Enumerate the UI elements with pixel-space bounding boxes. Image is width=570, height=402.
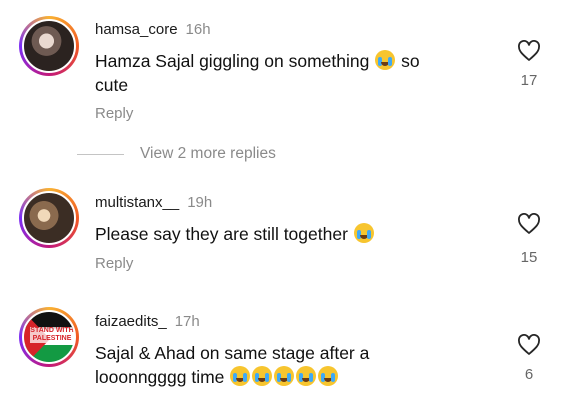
like-count: 15 (520, 249, 538, 266)
comment-header: faizaedits_ 17h (95, 313, 200, 330)
comment-text-line: Sajal & Ahad on same stage after a (95, 343, 370, 363)
comment-text: Please say they are still together (95, 222, 375, 246)
comment-text-line: so (401, 51, 420, 71)
reply-button[interactable]: Reply (95, 105, 133, 122)
like-control: 17 (516, 40, 542, 89)
username[interactable]: faizaedits_ (95, 313, 167, 330)
avatar-caption: STAND WITH PALESTINE (30, 327, 74, 343)
divider (77, 154, 124, 155)
username[interactable]: hamsa_core (95, 21, 178, 38)
like-control: 15 (516, 213, 542, 266)
comment-text: Hamza Sajal giggling on something so cut… (95, 49, 420, 97)
loudly-crying-face-icon (274, 366, 295, 386)
comment-header: hamsa_core 16h (95, 21, 211, 38)
face-with-tears-of-joy-icon (375, 50, 396, 70)
comment-text: Sajal & Ahad on same stage after a looon… (95, 341, 369, 389)
comment-text-line: cute (95, 75, 129, 95)
loudly-crying-face-icon (353, 223, 374, 243)
loudly-crying-face-icon (296, 366, 317, 386)
loudly-crying-face-icon (230, 366, 251, 386)
loudly-crying-face-icon (252, 366, 273, 386)
comment-text-line: looonngggg time (95, 367, 225, 387)
avatar-image (22, 191, 76, 245)
comment-text-line: Hamza Sajal giggling on something (95, 51, 370, 71)
comment-header: multistanx__ 19h (95, 194, 212, 211)
timestamp: 16h (185, 21, 211, 38)
avatar[interactable] (19, 16, 79, 76)
avatar[interactable] (19, 188, 79, 248)
avatar[interactable]: STAND WITH PALESTINE (19, 307, 79, 367)
heart-icon[interactable] (516, 40, 542, 62)
timestamp: 19h (187, 194, 213, 211)
loudly-crying-face-icon (318, 366, 339, 386)
username[interactable]: multistanx__ (95, 194, 179, 211)
heart-icon[interactable] (516, 334, 542, 356)
avatar-image (22, 19, 76, 73)
view-more-replies-label[interactable]: View 2 more replies (140, 145, 276, 163)
like-control: 6 (516, 334, 542, 383)
timestamp: 17h (174, 313, 200, 330)
like-count: 17 (520, 72, 538, 89)
heart-icon[interactable] (516, 213, 542, 235)
avatar-image: STAND WITH PALESTINE (22, 310, 76, 364)
reply-button[interactable]: Reply (95, 255, 133, 272)
like-count: 6 (524, 366, 534, 383)
comment-text-line: Please say they are still together (95, 224, 348, 244)
